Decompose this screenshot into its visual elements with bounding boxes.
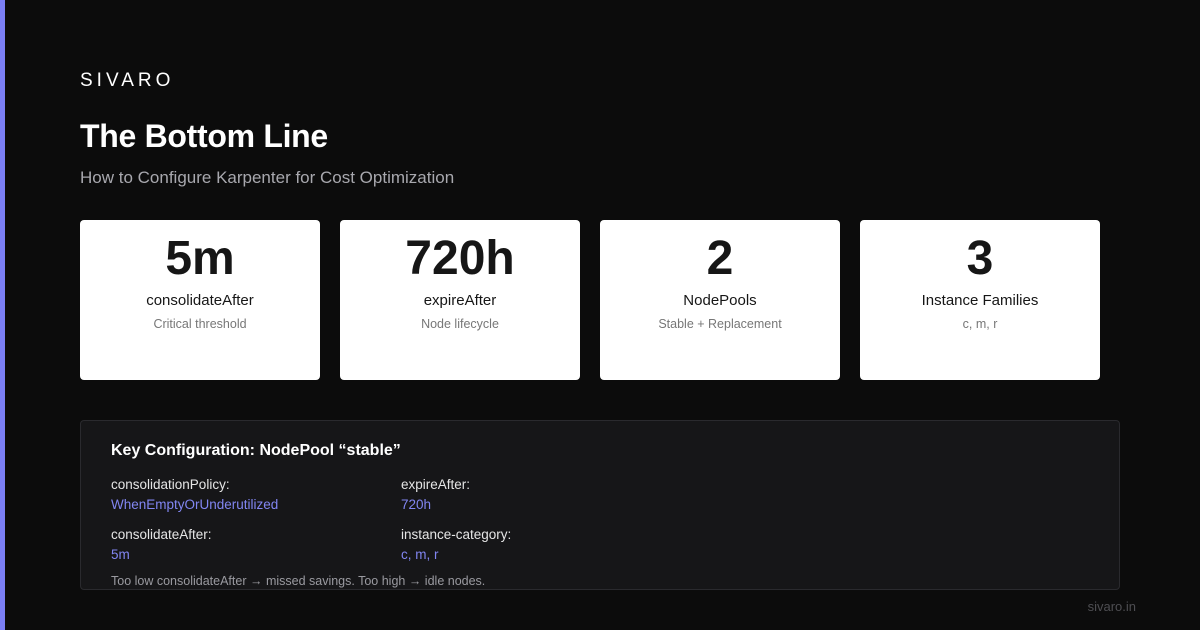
stat-caption: Stable + Replacement	[658, 317, 782, 331]
config-key-consolidation-policy: consolidationPolicy:	[111, 477, 230, 492]
stat-card-expire-after: 720h expireAfter Node lifecycle	[340, 220, 580, 380]
config-key-consolidate-after: consolidateAfter:	[111, 527, 212, 542]
stat-card-instance-families: 3 Instance Families c, m, r	[860, 220, 1100, 380]
stat-label: expireAfter	[423, 292, 497, 309]
config-panel: Key Configuration: NodePool “stable” con…	[80, 420, 1120, 590]
stat-caption: Node lifecycle	[421, 317, 499, 331]
config-value-consolidation-policy: WhenEmptyOrUnderutilized	[111, 497, 279, 512]
accent-bar	[0, 0, 5, 630]
stat-value: 2	[706, 232, 734, 285]
stat-value: 3	[966, 232, 994, 285]
config-value-consolidate-after: 5m	[111, 547, 130, 562]
stat-value: 5m	[165, 232, 235, 285]
stat-label: Instance Families	[921, 292, 1039, 309]
stat-card-nodepools: 2 NodePools Stable + Replacement	[600, 220, 840, 380]
stat-caption: c, m, r	[962, 317, 998, 331]
stats-row: 5m consolidateAfter Critical threshold 7…	[80, 220, 1100, 380]
page-title: The Bottom Line	[80, 118, 328, 154]
stat-card-consolidate-after: 5m consolidateAfter Critical threshold	[80, 220, 320, 380]
footer-url: sivaro.in	[1087, 599, 1136, 614]
brand-logo: SIVARO	[80, 70, 175, 91]
config-title: Key Configuration: NodePool “stable”	[111, 442, 401, 459]
config-value-expire-after: 720h	[401, 497, 432, 512]
config-key-instance-category: instance-category:	[401, 527, 512, 542]
config-note: Too low consolidateAfter → missed saving…	[111, 574, 486, 588]
stat-caption: Critical threshold	[153, 317, 247, 331]
config-key-expire-after: expireAfter:	[401, 477, 471, 492]
stat-label: consolidateAfter	[146, 292, 254, 309]
stat-value: 720h	[405, 232, 515, 285]
stat-label: NodePools	[683, 292, 757, 309]
page-subtitle: How to Configure Karpenter for Cost Opti…	[80, 168, 455, 187]
config-value-instance-category: c, m, r	[401, 547, 439, 562]
